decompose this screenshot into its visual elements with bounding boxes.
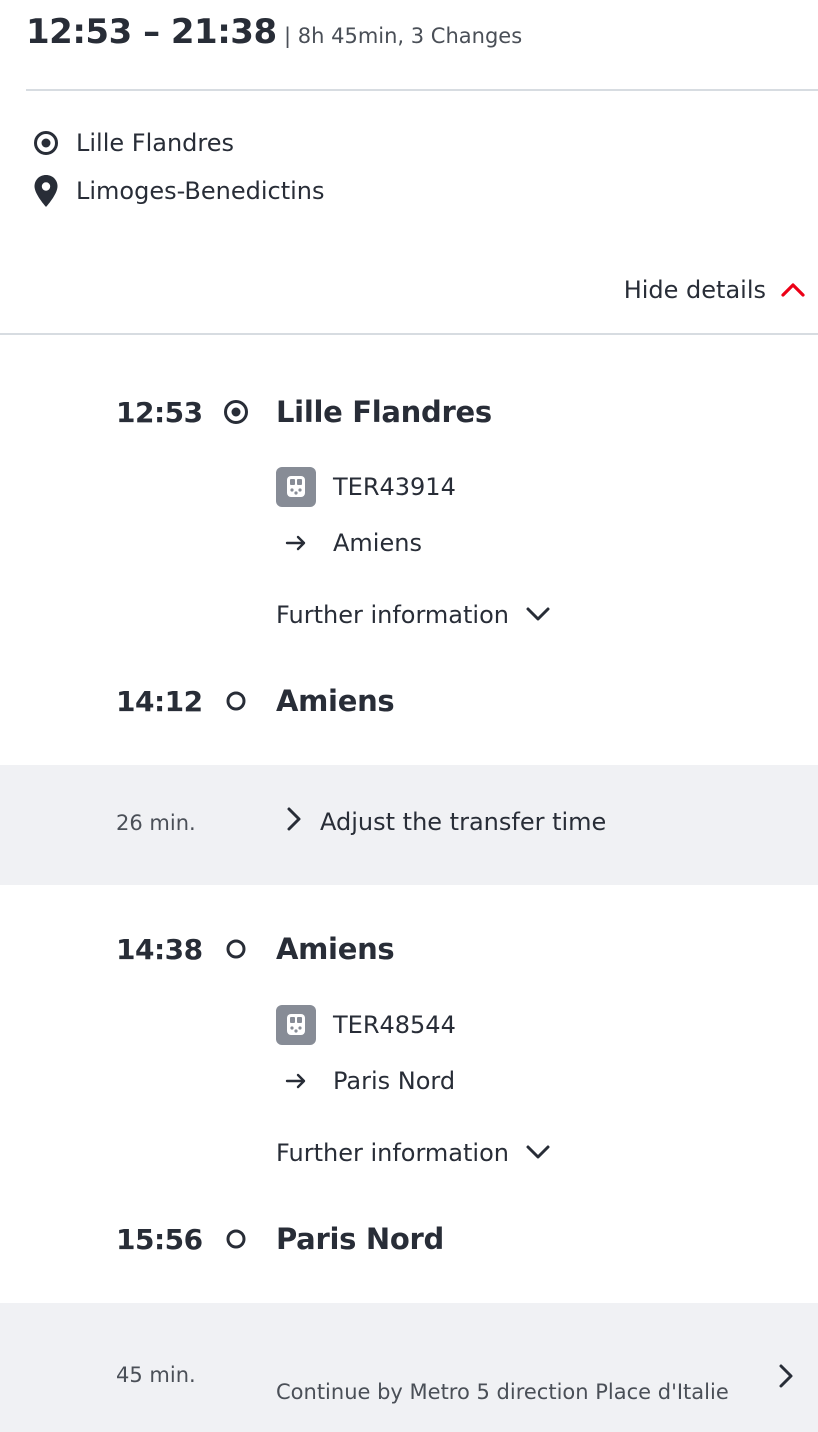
chevron-down-icon — [509, 1139, 551, 1167]
further-information-label: Further information — [276, 1139, 509, 1167]
chevron-right-icon[interactable] — [778, 1363, 794, 1393]
train-number: TER43914 — [333, 473, 456, 501]
further-information-toggle[interactable]: Further information — [276, 1135, 551, 1171]
stop-time: 15:56 — [116, 1222, 203, 1256]
arrow-right-icon — [276, 1072, 316, 1090]
train-number: TER48544 — [333, 1011, 456, 1039]
stop-time: 12:53 — [116, 395, 203, 429]
train-direction: Paris Nord — [276, 1063, 455, 1099]
adjust-transfer-time-label: Adjust the transfer time — [320, 808, 607, 836]
train-line: TER48544 — [276, 1005, 456, 1045]
stop-circle-icon — [216, 929, 256, 969]
transfer-duration: 26 min. — [116, 811, 196, 835]
route-origin: Lille Flandres — [32, 125, 234, 161]
train-icon — [276, 1005, 316, 1045]
train-line: TER43914 — [276, 467, 456, 507]
journey-time-range: 12:53 – 21:38 — [26, 12, 277, 52]
transfer-panel: 45 min. Continue by Metro 5 direction Pl… — [0, 1303, 818, 1432]
further-information-label: Further information — [276, 601, 509, 629]
chevron-down-icon — [509, 601, 551, 629]
stop-time: 14:38 — [116, 932, 203, 966]
chevron-right-icon — [286, 806, 320, 838]
transfer-duration: 45 min. — [116, 1363, 196, 1387]
stop-arrival: 14:12 Amiens — [116, 681, 395, 721]
adjust-transfer-time-button[interactable]: Adjust the transfer time — [286, 806, 606, 838]
train-direction: Amiens — [276, 525, 422, 561]
metro-connection-note: Continue by Metro 5 direction Place d'It… — [276, 1380, 729, 1404]
divider — [0, 333, 818, 335]
origin-target-icon — [32, 129, 60, 157]
chevron-up-icon — [766, 276, 806, 304]
stop-circle-icon — [216, 681, 256, 721]
arrow-right-icon — [276, 534, 316, 552]
stop-circle-icon — [216, 1219, 256, 1259]
stop-station: Lille Flandres — [276, 395, 492, 429]
divider — [26, 89, 818, 91]
origin-target-icon — [216, 392, 256, 432]
stop-station: Paris Nord — [276, 1222, 444, 1256]
destination-station-name: Limoges-Benedictins — [76, 177, 325, 205]
stop-station: Amiens — [276, 932, 395, 966]
route-destination: Limoges-Benedictins — [32, 173, 325, 209]
journey-duration-changes: | 8h 45min, 3 Changes — [284, 24, 523, 48]
stop-arrival: 15:56 Paris Nord — [116, 1219, 444, 1259]
stop-departure: 14:38 Amiens — [116, 929, 395, 969]
further-information-toggle[interactable]: Further information — [276, 597, 551, 633]
location-pin-icon — [32, 175, 60, 207]
direction-station: Paris Nord — [333, 1067, 456, 1095]
direction-station: Amiens — [333, 529, 422, 557]
hide-details-button[interactable]: Hide details — [624, 276, 806, 304]
transfer-panel: 26 min. Adjust the transfer time — [0, 765, 818, 885]
train-icon — [276, 467, 316, 507]
stop-time: 14:12 — [116, 684, 203, 718]
stop-station: Amiens — [276, 684, 395, 718]
origin-station-name: Lille Flandres — [76, 129, 235, 157]
stop-departure: 12:53 Lille Flandres — [116, 392, 492, 432]
hide-details-label: Hide details — [623, 276, 766, 304]
